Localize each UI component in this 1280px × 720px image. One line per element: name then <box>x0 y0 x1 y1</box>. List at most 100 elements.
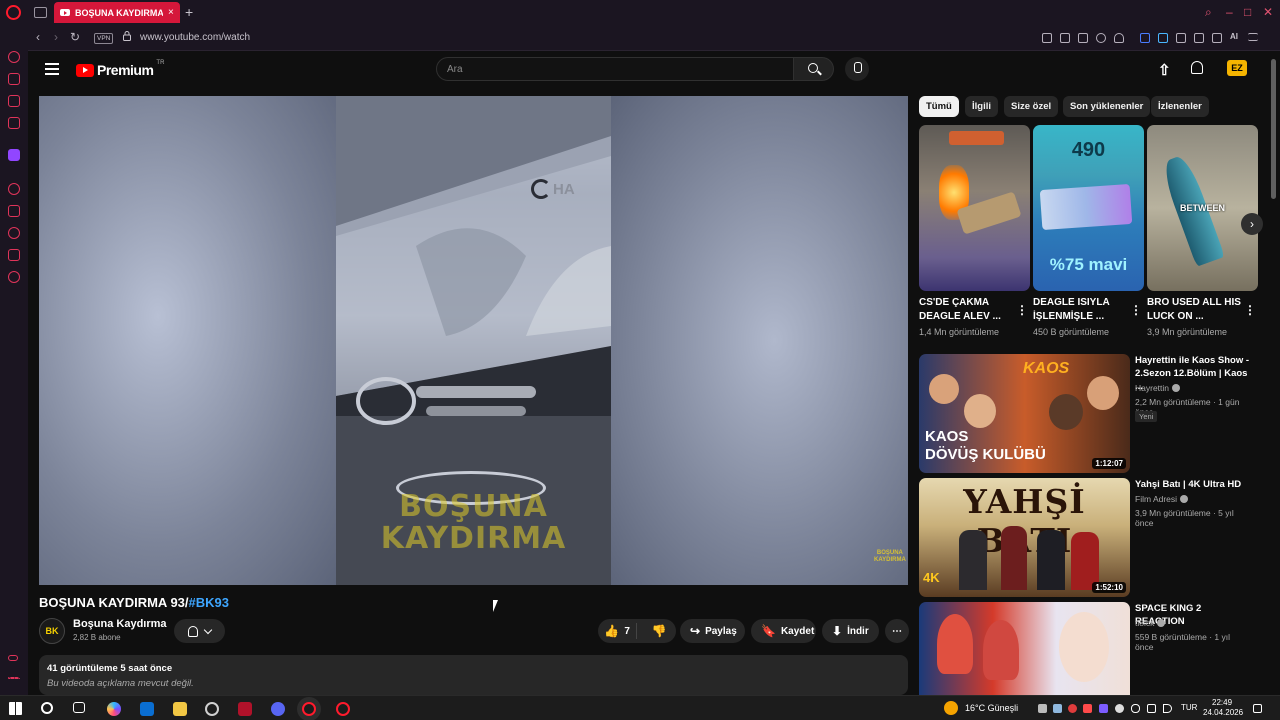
opera-gx-taskbar-icon[interactable] <box>302 702 316 716</box>
chip-recently-uploaded[interactable]: Son yüklenenler <box>1063 96 1151 117</box>
recommendation-title[interactable]: Yahşi Batı | 4K Ultra HD <box>1135 478 1253 491</box>
notifications-bell-icon[interactable] <box>1191 61 1203 74</box>
extension-2-icon[interactable] <box>1158 33 1168 43</box>
channel-avatar[interactable]: BK <box>39 618 65 644</box>
reload-button[interactable]: ↻ <box>70 30 80 44</box>
notification-center-icon[interactable] <box>1253 704 1262 713</box>
back-button[interactable]: ‹ <box>36 30 40 44</box>
forward-button[interactable]: › <box>54 30 58 44</box>
favorite-heart-icon[interactable] <box>1114 33 1124 43</box>
tray-app-icon[interactable] <box>1115 704 1124 713</box>
save-button[interactable]: 🔖 Kaydet <box>751 619 816 643</box>
short-thumbnail[interactable]: BETWEEN <box>1147 125 1258 291</box>
sidebar-twitch-icon[interactable] <box>8 149 20 161</box>
short-more-icon[interactable]: ⋮ <box>1016 303 1028 317</box>
workspaces-icon[interactable] <box>34 7 47 18</box>
sidebar-history-icon[interactable] <box>8 227 20 239</box>
recommendation-item[interactable]: YAHŞİ BATI 4K 1:52:10 Yahşi Batı | 4K Ul… <box>919 478 1249 597</box>
adblock-shield-icon[interactable] <box>1078 33 1088 43</box>
download-button[interactable]: ⬇ İndir <box>822 619 879 643</box>
chip-related[interactable]: İlgili <box>965 96 998 117</box>
tab-close-icon[interactable]: × <box>168 7 174 18</box>
dislike-button[interactable]: 👎 <box>642 624 676 638</box>
shorts-next-arrow-icon[interactable]: › <box>1241 213 1263 235</box>
chip-watched[interactable]: İzlenenler <box>1151 96 1209 117</box>
task-view-icon[interactable] <box>73 702 85 713</box>
url-field[interactable]: www.youtube.com/watch <box>140 32 250 43</box>
opera-logo-icon[interactable] <box>6 5 21 20</box>
maximize-button[interactable]: □ <box>1244 5 1251 19</box>
copilot-icon[interactable] <box>107 702 121 716</box>
subscription-notification-button[interactable] <box>174 619 225 643</box>
create-upload-icon[interactable]: ⇧ <box>1158 61 1171 79</box>
chip-for-you[interactable]: Size özel <box>1004 96 1059 117</box>
short-more-icon[interactable]: ⋮ <box>1130 303 1142 317</box>
extension-1-icon[interactable] <box>1140 33 1150 43</box>
snapshot-icon[interactable] <box>1060 33 1070 43</box>
sidebar-gx-icon[interactable] <box>8 655 18 661</box>
description-box[interactable]: 41 görüntüleme 5 saat önce Bu videoda aç… <box>39 655 908 695</box>
weather-text[interactable]: 16°C Güneşli <box>965 703 1018 713</box>
video-hashtag-link[interactable]: #BK93 <box>189 595 229 610</box>
short-title[interactable]: DEAGLE ISIYLA İŞLENMİŞLE ... <box>1033 296 1129 324</box>
tray-steam-icon[interactable] <box>1053 704 1062 713</box>
like-button[interactable]: 👍 7 <box>598 623 638 639</box>
profile-icon[interactable] <box>1194 33 1204 43</box>
obs-icon[interactable] <box>205 702 219 716</box>
channel-name[interactable]: Boşuna Kaydırma <box>73 618 167 630</box>
sidebar-workspace-icon[interactable] <box>8 95 20 107</box>
file-explorer-icon[interactable] <box>173 702 187 716</box>
discord-icon[interactable] <box>271 702 285 716</box>
player-icon[interactable] <box>1096 33 1106 43</box>
tray-opera-icon[interactable] <box>1083 704 1092 713</box>
recommendation-item[interactable]: SPACE KING 2 REACTION ti8ick 559 B görün… <box>919 602 1249 695</box>
short-title[interactable]: BRO USED ALL HIS LUCK ON ... <box>1147 296 1243 324</box>
browser-tab[interactable]: BOŞUNA KAYDIRMA 9 × <box>54 2 180 23</box>
account-avatar[interactable]: EZ <box>1227 60 1247 76</box>
search-icon[interactable] <box>41 702 53 714</box>
bookmark-icon[interactable] <box>1042 33 1052 43</box>
voice-search-mic-icon[interactable] <box>845 57 869 81</box>
page-scrollbar[interactable] <box>1271 59 1276 199</box>
tray-network-icon[interactable] <box>1147 704 1156 713</box>
short-thumbnail[interactable] <box>919 125 1030 291</box>
windows-start-icon[interactable] <box>9 702 22 715</box>
tray-gamepad-icon[interactable] <box>1038 704 1047 713</box>
short-item[interactable]: 490 %75 mavi DEAGLE ISIYLA İŞLENMİŞLE ..… <box>1033 125 1144 337</box>
recommendation-channel[interactable]: ti8ick <box>1135 618 1166 628</box>
sidebar-messenger-icon[interactable] <box>8 73 20 85</box>
mail-icon[interactable] <box>140 702 154 716</box>
short-thumbnail[interactable]: 490 %75 mavi <box>1033 125 1144 291</box>
sidebar-more-icon[interactable] <box>8 677 20 679</box>
short-more-icon[interactable]: ⋮ <box>1244 303 1256 317</box>
video-editor-icon[interactable] <box>238 702 252 716</box>
hamburger-menu-icon[interactable] <box>45 63 59 75</box>
easy-setup-menu-icon[interactable] <box>1248 33 1258 41</box>
youtube-premium-logo[interactable]: Premium TR <box>76 60 164 78</box>
search-button[interactable] <box>794 57 834 81</box>
download-manager-icon[interactable] <box>1212 33 1222 43</box>
aria-ai-button[interactable]: AI <box>1230 32 1238 41</box>
sidebar-bookmarks-icon[interactable] <box>8 205 20 217</box>
short-item[interactable]: CS'DE ÇAKMA DEAGLE ALEV ... 1,4 Mn görün… <box>919 125 1030 337</box>
recommendation-thumbnail[interactable]: KAOS KAOS DÖVÜŞ KULÜBÜ 1:12:07 <box>919 354 1130 473</box>
extensions-puzzle-icon[interactable] <box>1176 33 1186 43</box>
clock-date[interactable]: 24.04.2026 <box>1203 708 1243 717</box>
more-actions-button[interactable]: ⋯ <box>885 619 909 643</box>
share-button[interactable]: ↪ Paylaş <box>680 619 745 643</box>
short-item[interactable]: BETWEEN BRO USED ALL HIS LUCK ON ... 3,9… <box>1147 125 1258 337</box>
recommendation-channel[interactable]: Hayrettin <box>1135 383 1181 393</box>
tray-app-purple-icon[interactable] <box>1099 704 1108 713</box>
short-title[interactable]: CS'DE ÇAKMA DEAGLE ALEV ... <box>919 296 1015 324</box>
opera-taskbar-icon[interactable] <box>336 702 350 716</box>
close-window-button[interactable]: ✕ <box>1263 5 1273 19</box>
recommendation-channel[interactable]: Film Adresi <box>1135 494 1189 504</box>
browser-search-icon[interactable]: ⌕ <box>1205 5 1212 20</box>
vpn-badge[interactable]: VPN <box>94 33 114 44</box>
sidebar-mail-icon[interactable] <box>8 117 20 129</box>
weather-sun-icon[interactable] <box>944 701 958 715</box>
input-language[interactable]: TUR <box>1181 703 1197 712</box>
video-player[interactable]: HA BOŞUNA KAYDIRMA BOŞUNA KAYDIRMA <box>39 96 908 585</box>
sidebar-settings-icon[interactable] <box>8 271 20 283</box>
recommendation-thumbnail[interactable]: YAHŞİ BATI 4K 1:52:10 <box>919 478 1130 597</box>
